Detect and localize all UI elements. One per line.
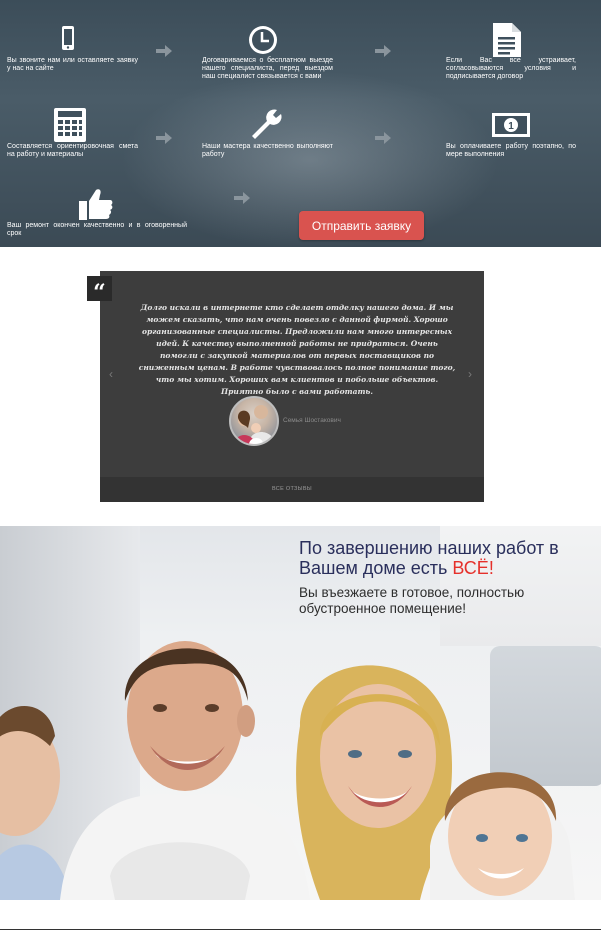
all-reviews-link[interactable]: ВСЕ ОТЗЫВЫ xyxy=(100,477,484,502)
calculator-icon xyxy=(54,108,86,142)
chevron-right-icon[interactable]: › xyxy=(468,367,472,381)
hero-headline-accent: ВСЁ! xyxy=(452,558,494,578)
author-avatar xyxy=(229,396,279,446)
process-step-visit-text: Договариваемся о бесплатном выезде нашег… xyxy=(202,57,333,80)
hero-headline: По завершению наших работ в Вашем доме е… xyxy=(299,538,589,578)
arrow-right-icon xyxy=(156,45,172,57)
testimonial-slider: “ Долго искали в интернете кто сделает о… xyxy=(87,271,484,502)
process-step-contract-text: Если Вас все устраивает, согласовываются… xyxy=(446,57,576,80)
arrow-right-icon xyxy=(375,132,391,144)
svg-text:1: 1 xyxy=(508,121,514,132)
process-step-done-text: Ваш ремонт окончен качественно и в огово… xyxy=(7,222,187,237)
process-step-payment-text: Вы оплачиваете работу поэтапно, по мере … xyxy=(446,143,576,158)
testimonial-author: Семья Шостакович xyxy=(283,417,341,424)
hero-section: По завершению наших работ в Вашем доме е… xyxy=(0,526,601,900)
arrow-right-icon xyxy=(234,192,250,204)
quote-icon: “ xyxy=(87,276,112,306)
thumbs-up-icon xyxy=(79,189,113,220)
send-request-button[interactable]: Отправить заявку xyxy=(299,211,424,240)
arrow-right-icon xyxy=(156,132,172,144)
phone-icon xyxy=(62,26,74,50)
divider xyxy=(0,929,601,930)
clock-icon xyxy=(249,26,277,54)
process-step-estimate-text: Составляется ориентировочная смета на ра… xyxy=(7,143,138,158)
process-step-call-text: Вы звоните нам или оставляете заявку у н… xyxy=(7,57,138,72)
chevron-left-icon[interactable]: ‹ xyxy=(109,367,113,381)
family-photo xyxy=(0,641,575,900)
hero-headline-text: По завершению наших работ в Вашем доме е… xyxy=(299,538,559,578)
process-section: Вы звоните нам или оставляете заявку у н… xyxy=(0,0,601,247)
process-step-work-text: Наши мастера качественно выполняют работ… xyxy=(202,143,333,158)
family-photo xyxy=(235,405,275,444)
testimonial-text: Долго искали в интернете кто сделает отд… xyxy=(138,303,456,396)
wrench-icon xyxy=(252,109,282,139)
hero-subtitle: Вы въезжаете в готовое, полностью обустр… xyxy=(299,585,525,616)
arrow-right-icon xyxy=(375,45,391,57)
document-icon xyxy=(493,23,521,57)
money-icon: 1 xyxy=(492,113,530,137)
